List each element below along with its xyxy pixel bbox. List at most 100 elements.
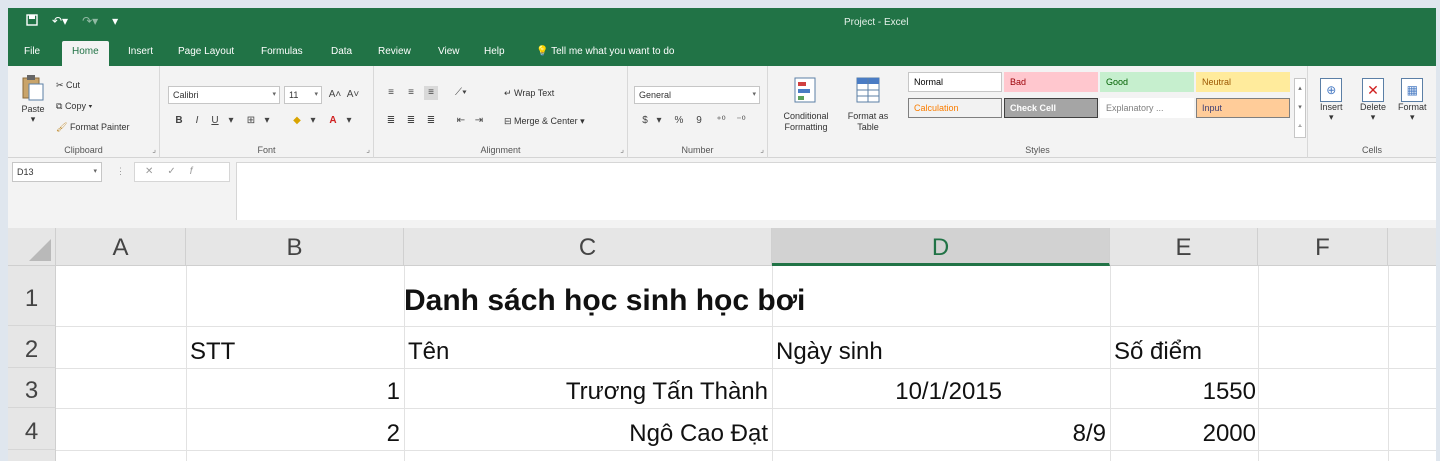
styles-group: Conditional Formatting Format as Table N…: [768, 66, 1308, 158]
cell-d4[interactable]: 8/9: [772, 420, 1106, 448]
dialog-launcher-icon[interactable]: ⌟: [620, 145, 624, 154]
increase-font-icon[interactable]: A˄: [328, 88, 342, 102]
cut-button[interactable]: ✂ Cut: [56, 80, 80, 91]
comma-button[interactable]: 9: [692, 114, 706, 128]
align-left-icon[interactable]: ≣: [384, 114, 398, 128]
tab-home[interactable]: Home: [62, 41, 109, 66]
decrease-font-icon[interactable]: A˅: [346, 88, 360, 102]
fill-color-icon[interactable]: ◆: [290, 114, 304, 128]
decrease-decimal-icon[interactable]: ⁻⁰: [734, 114, 748, 128]
column-header-c[interactable]: C: [404, 228, 772, 266]
column-header-f[interactable]: F: [1258, 228, 1388, 266]
tell-me-search[interactable]: 💡 Tell me what you want to do: [536, 46, 674, 57]
borders-icon[interactable]: ⊞: [244, 114, 258, 128]
cell-style-check-cell[interactable]: Check Cell: [1004, 98, 1098, 118]
cell-c3[interactable]: Trương Tấn Thành: [404, 378, 768, 406]
redo-icon[interactable]: ↷▾: [82, 14, 98, 29]
cell-d3[interactable]: 10/1/2015: [772, 378, 1002, 406]
align-bottom-icon[interactable]: ≡: [424, 86, 438, 100]
orientation-icon[interactable]: ⟋▾: [454, 86, 468, 100]
row-header-5[interactable]: [8, 450, 56, 461]
format-as-table-button[interactable]: Format as Table: [840, 76, 896, 133]
tab-formulas[interactable]: Formulas: [261, 46, 303, 57]
column-header-e[interactable]: E: [1110, 228, 1258, 266]
font-name-select[interactable]: Calibri ▾: [168, 86, 280, 104]
cell-e3[interactable]: 1550: [1110, 378, 1256, 406]
tab-help[interactable]: Help: [484, 46, 505, 57]
align-middle-icon[interactable]: ≡: [404, 86, 418, 100]
increase-decimal-icon[interactable]: ⁺⁰: [714, 114, 728, 128]
conditional-formatting-button[interactable]: Conditional Formatting: [776, 76, 836, 133]
merge-center-button[interactable]: ⊟ Merge & Center ▾: [504, 116, 585, 127]
cell-style-bad[interactable]: Bad: [1004, 72, 1098, 92]
align-top-icon[interactable]: ≡: [384, 86, 398, 100]
cell-e4[interactable]: 2000: [1110, 420, 1256, 448]
cancel-icon[interactable]: ✕: [145, 166, 167, 177]
dialog-launcher-icon[interactable]: ⌟: [760, 145, 764, 154]
align-center-icon[interactable]: ≣: [404, 114, 418, 128]
increase-indent-icon[interactable]: ⇥: [472, 114, 486, 128]
tab-data[interactable]: Data: [331, 46, 352, 57]
name-box[interactable]: D13 ▾: [12, 162, 102, 182]
cell-b3[interactable]: 1: [186, 378, 400, 406]
tab-file[interactable]: File: [24, 46, 40, 57]
fx-icon[interactable]: f: [190, 166, 207, 177]
font-size-select[interactable]: 11 ▾: [284, 86, 322, 104]
row-header-2[interactable]: 2: [8, 326, 56, 368]
dialog-launcher-icon[interactable]: ⌟: [152, 145, 156, 154]
cell-e2[interactable]: Số điểm: [1114, 338, 1202, 366]
insert-cells-button[interactable]: ⊕ Insert ▾: [1320, 78, 1343, 123]
column-header-a[interactable]: A: [56, 228, 186, 266]
format-painter-button[interactable]: 🖌 Format Painter: [56, 122, 129, 133]
number-format-select[interactable]: General ▾: [634, 86, 760, 104]
copy-button[interactable]: ⧉ Copy ▾: [56, 101, 92, 112]
percent-button[interactable]: %: [672, 114, 686, 128]
underline-button[interactable]: U: [208, 114, 222, 128]
cell-c4[interactable]: Ngô Cao Đạt: [404, 420, 768, 448]
cell-style-calculation[interactable]: Calculation: [908, 98, 1002, 118]
cell-style-normal[interactable]: Normal: [908, 72, 1002, 92]
undo-icon[interactable]: ↶▾: [52, 14, 68, 29]
enter-icon[interactable]: ✓: [167, 166, 189, 177]
cell-c1-title[interactable]: Danh sách học sinh học bơi: [404, 284, 805, 318]
cell-c2[interactable]: Tên: [408, 338, 449, 366]
wrap-text-button[interactable]: ↵ Wrap Text: [504, 88, 554, 99]
formula-input[interactable]: [236, 162, 1436, 220]
row-header-3[interactable]: 3: [8, 368, 56, 408]
cell-style-neutral[interactable]: Neutral: [1196, 72, 1290, 92]
chevron-down-icon[interactable]: ▾: [652, 114, 666, 128]
align-right-icon[interactable]: ≣: [424, 114, 438, 128]
column-header-b[interactable]: B: [186, 228, 404, 266]
cell-b2[interactable]: STT: [190, 338, 235, 366]
paste-button[interactable]: Paste ▾: [16, 74, 50, 134]
cell-style-input[interactable]: Input: [1196, 98, 1290, 118]
save-icon[interactable]: [26, 14, 38, 29]
cell-d2[interactable]: Ngày sinh: [776, 338, 883, 366]
gallery-scroll[interactable]: ▴ ▾ ⩡: [1294, 78, 1306, 138]
delete-cells-button[interactable]: ✕ Delete ▾: [1360, 78, 1386, 123]
italic-button[interactable]: I: [190, 114, 204, 128]
tab-page-layout[interactable]: Page Layout: [178, 46, 234, 57]
bold-button[interactable]: B: [172, 114, 186, 128]
chevron-down-icon[interactable]: ▾: [306, 114, 320, 128]
decrease-indent-icon[interactable]: ⇤: [454, 114, 468, 128]
format-cells-button[interactable]: ▦ Format ▾: [1398, 78, 1427, 123]
currency-button[interactable]: $: [638, 114, 652, 128]
chevron-down-icon[interactable]: ▾: [342, 114, 356, 128]
tab-view[interactable]: View: [438, 46, 460, 57]
dialog-launcher-icon[interactable]: ⌟: [366, 145, 370, 154]
tab-insert[interactable]: Insert: [128, 46, 153, 57]
column-header-d[interactable]: D: [772, 228, 1110, 266]
chevron-down-icon[interactable]: ▾: [260, 114, 274, 128]
row-header-1[interactable]: 1: [8, 266, 56, 326]
column-header-next[interactable]: [1388, 228, 1436, 266]
select-all-button[interactable]: [8, 228, 56, 266]
tab-review[interactable]: Review: [378, 46, 411, 57]
cell-style-good[interactable]: Good: [1100, 72, 1194, 92]
cell-b4[interactable]: 2: [186, 420, 400, 448]
chevron-down-icon[interactable]: ▾: [112, 14, 118, 29]
cell-style-explanatory[interactable]: Explanatory ...: [1100, 98, 1194, 118]
row-header-4[interactable]: 4: [8, 408, 56, 450]
font-color-icon[interactable]: A: [326, 114, 340, 128]
chevron-down-icon[interactable]: ▾: [224, 114, 238, 128]
